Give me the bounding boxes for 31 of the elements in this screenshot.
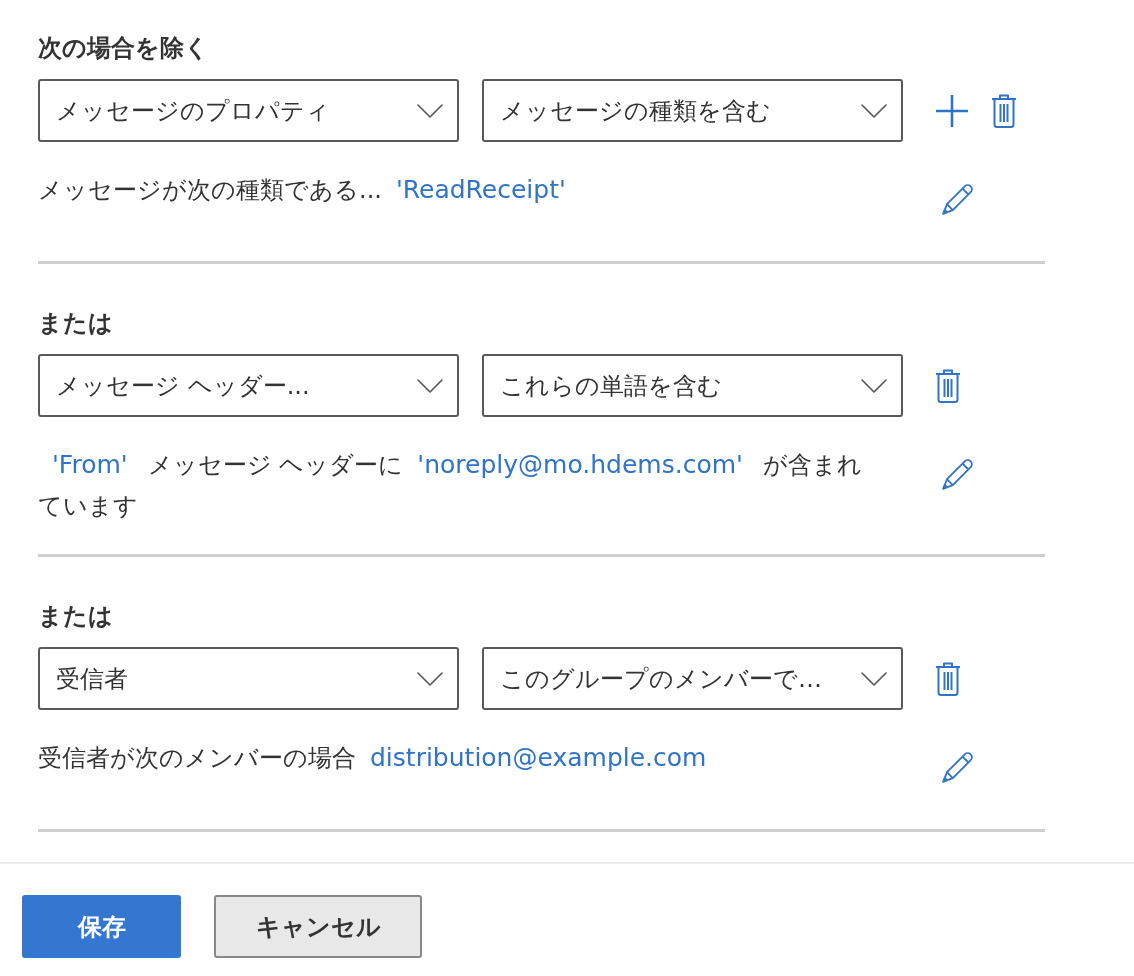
value-link[interactable]: 'noreply@mo.hdems.com' <box>403 450 763 479</box>
condition-description: メッセージが次の種類である... 'ReadReceipt' <box>38 169 878 211</box>
chevron-down-icon <box>417 378 443 393</box>
condition-description: 'From' メッセージ ヘッダーに 'noreply@mo.hdems.com' が含まれています <box>38 449 863 522</box>
dropdown[interactable]: メッセージの種類を含む <box>482 79 903 142</box>
pencil-icon[interactable] <box>940 458 974 492</box>
dropdown[interactable]: メッセージのプロパティ <box>38 79 459 142</box>
section-heading: または <box>38 601 114 632</box>
save-button[interactable]: 保存 <box>22 895 181 958</box>
trash-icon[interactable] <box>991 93 1017 128</box>
dropdown[interactable]: これらの単語を含む <box>482 354 903 417</box>
pencil-icon[interactable] <box>940 751 974 785</box>
chevron-down-icon <box>861 671 887 686</box>
dropdown[interactable]: メッセージ ヘッダー... <box>38 354 459 417</box>
dropdown[interactable]: 受信者 <box>38 647 459 710</box>
value-link[interactable]: distribution@example.com <box>356 743 727 772</box>
condition-description: 受信者が次のメンバーの場合 distribution@example.com <box>38 737 878 779</box>
section-heading: 次の場合を除く <box>38 33 210 64</box>
value-link[interactable]: 'ReadReceipt' <box>381 175 586 204</box>
dropdown[interactable]: このグループのメンバーで… <box>482 647 903 710</box>
chevron-down-icon <box>861 378 887 393</box>
pencil-icon[interactable] <box>940 183 974 217</box>
value-link[interactable]: 'From' <box>38 450 148 479</box>
trash-icon[interactable] <box>935 661 961 696</box>
plus-icon[interactable] <box>935 93 969 128</box>
cancel-button[interactable]: キャンセル <box>214 895 422 958</box>
section-heading: または <box>38 308 114 339</box>
chevron-down-icon <box>861 103 887 118</box>
chevron-down-icon <box>417 671 443 686</box>
chevron-down-icon <box>417 103 443 118</box>
trash-icon[interactable] <box>935 368 961 403</box>
